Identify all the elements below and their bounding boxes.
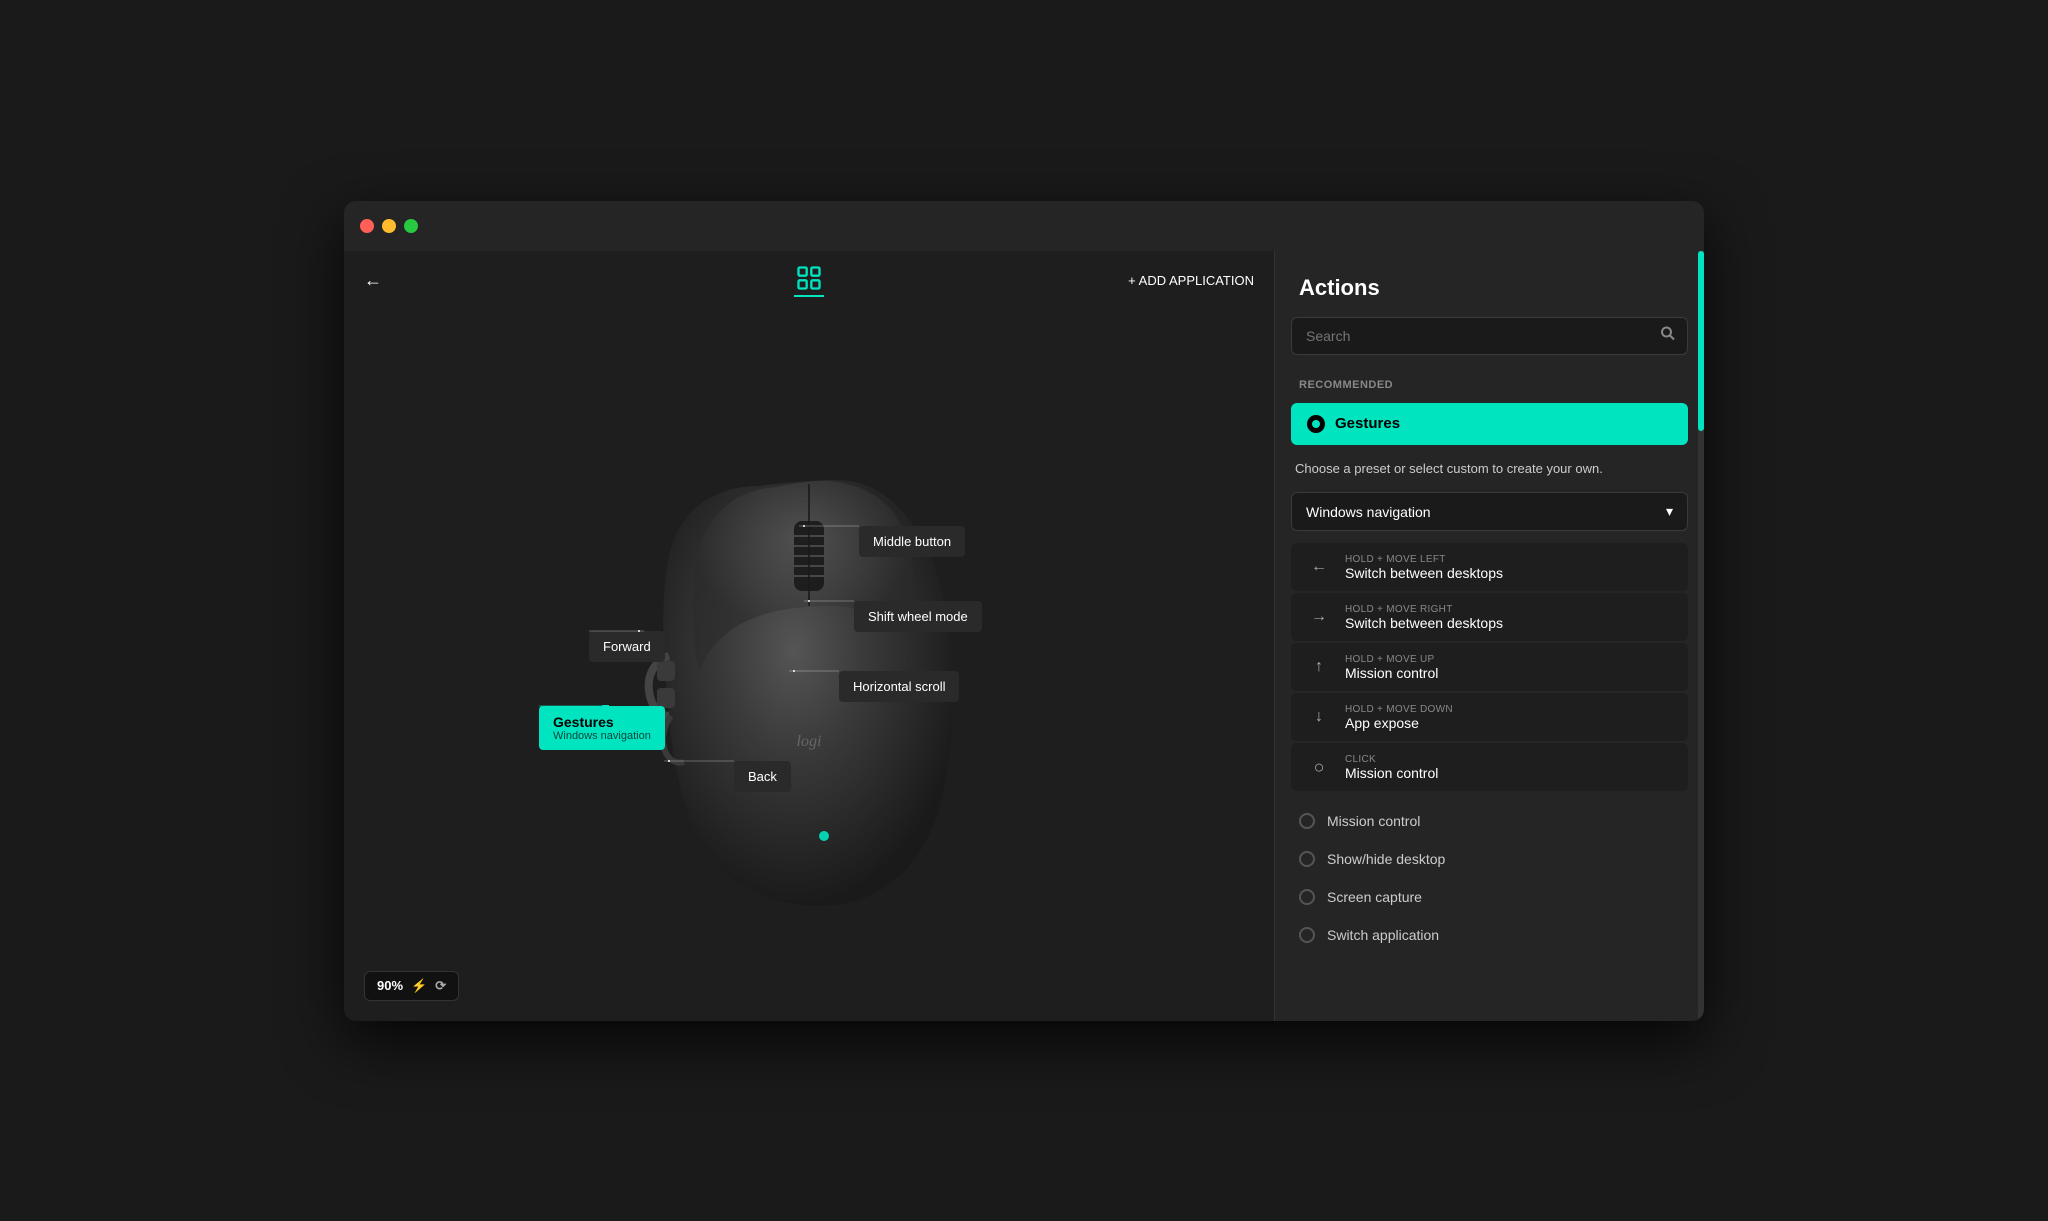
- gesture-action-right[interactable]: → HOLD + MOVE RIGHT Switch between deskt…: [1291, 593, 1688, 641]
- apps-grid-icon[interactable]: [795, 264, 823, 292]
- chevron-down-icon: ▾: [1666, 503, 1673, 520]
- svg-text:logi: logi: [797, 733, 822, 750]
- maximize-button[interactable]: [404, 219, 418, 233]
- other-action-show-hide-desktop[interactable]: Show/hide desktop: [1291, 841, 1688, 877]
- arrow-right-icon: →: [1305, 603, 1333, 631]
- shift-wheel-label: Shift wheel mode: [854, 601, 982, 632]
- switch-application-radio: [1299, 927, 1315, 943]
- gesture-action-click[interactable]: ○ CLICK Mission control: [1291, 743, 1688, 791]
- preset-dropdown[interactable]: Windows navigation ▾: [1291, 492, 1688, 531]
- preset-description: Choose a preset or select custom to crea…: [1275, 445, 1704, 489]
- battery-percent: 90%: [377, 978, 403, 993]
- forward-label: Forward: [589, 631, 665, 662]
- top-bar: ← + ADD APPLICATION: [344, 251, 1274, 311]
- gesture-right-text: HOLD + MOVE RIGHT Switch between desktop…: [1345, 604, 1503, 631]
- mouse-diagram: logi Middle button: [619, 406, 999, 926]
- middle-button-label: Middle button: [859, 526, 965, 557]
- add-application-label: + ADD APPLICATION: [1128, 273, 1254, 288]
- screen-capture-radio: [1299, 889, 1315, 905]
- arrow-up-icon: ↑: [1305, 653, 1333, 681]
- mouse-area: logi Middle button: [344, 311, 1274, 1021]
- gesture-down-text: HOLD + MOVE DOWN App expose: [1345, 704, 1453, 731]
- minimize-button[interactable]: [382, 219, 396, 233]
- gesture-action-left[interactable]: ← HOLD + MOVE LEFT Switch between deskto…: [1291, 543, 1688, 591]
- gesture-click-text: CLICK Mission control: [1345, 754, 1438, 781]
- switch-application-label: Switch application: [1327, 927, 1439, 943]
- back-label: Back: [734, 761, 791, 792]
- gestures-label: Gestures Windows navigation: [539, 706, 665, 750]
- battery-info: 90% ⚡ ⟳: [364, 971, 459, 1001]
- other-actions-list: Mission control Show/hide desktop Screen…: [1291, 803, 1688, 953]
- gestures-radio: [1307, 415, 1325, 433]
- apps-icon-underline: [794, 295, 824, 297]
- horizontal-scroll-label: Horizontal scroll: [839, 671, 959, 702]
- other-action-mission-control[interactable]: Mission control: [1291, 803, 1688, 839]
- preset-selected-label: Windows navigation: [1306, 504, 1431, 520]
- show-hide-desktop-radio: [1299, 851, 1315, 867]
- search-box: [1291, 317, 1688, 355]
- actions-title: Actions: [1275, 251, 1704, 317]
- close-button[interactable]: [360, 219, 374, 233]
- gesture-left-text: HOLD + MOVE LEFT Switch between desktops: [1345, 554, 1503, 581]
- scrollbar-thumb[interactable]: [1698, 251, 1704, 431]
- mission-control-label: Mission control: [1327, 813, 1420, 829]
- back-button[interactable]: ←: [364, 270, 382, 291]
- right-panel: Actions RECOMMENDED Gestures Choose: [1274, 251, 1704, 1021]
- recommended-label: RECOMMENDED: [1275, 371, 1704, 399]
- other-action-switch-application[interactable]: Switch application: [1291, 917, 1688, 953]
- main-content: ← + ADD APPLICATION: [344, 251, 1704, 1021]
- gesture-actions-list: ← HOLD + MOVE LEFT Switch between deskto…: [1291, 543, 1688, 791]
- search-icon: [1660, 325, 1676, 346]
- gesture-up-text: HOLD + MOVE UP Mission control: [1345, 654, 1438, 681]
- arrow-down-icon: ↓: [1305, 703, 1333, 731]
- gesture-action-down[interactable]: ↓ HOLD + MOVE DOWN App expose: [1291, 693, 1688, 741]
- battery-icon: ⚡: [411, 978, 427, 994]
- show-hide-desktop-label: Show/hide desktop: [1327, 851, 1445, 867]
- gestures-item-label: Gestures: [1335, 415, 1400, 432]
- click-icon: ○: [1305, 753, 1333, 781]
- scrollbar-track[interactable]: [1698, 251, 1704, 1021]
- app-window: ← + ADD APPLICATION: [344, 201, 1704, 1021]
- traffic-lights: [360, 219, 418, 233]
- left-panel: ← + ADD APPLICATION: [344, 251, 1274, 1021]
- gesture-action-up[interactable]: ↑ HOLD + MOVE UP Mission control: [1291, 643, 1688, 691]
- apps-icon-wrapper: [794, 264, 824, 297]
- add-application-button[interactable]: + ADD APPLICATION: [1128, 273, 1254, 288]
- search-input[interactable]: [1291, 317, 1688, 355]
- mission-control-radio: [1299, 813, 1315, 829]
- other-action-screen-capture[interactable]: Screen capture: [1291, 879, 1688, 915]
- screen-capture-label: Screen capture: [1327, 889, 1422, 905]
- gestures-selected-item[interactable]: Gestures: [1291, 403, 1688, 445]
- arrow-left-icon: ←: [1305, 553, 1333, 581]
- connection-icon: ⟳: [435, 978, 446, 994]
- titlebar: [344, 201, 1704, 251]
